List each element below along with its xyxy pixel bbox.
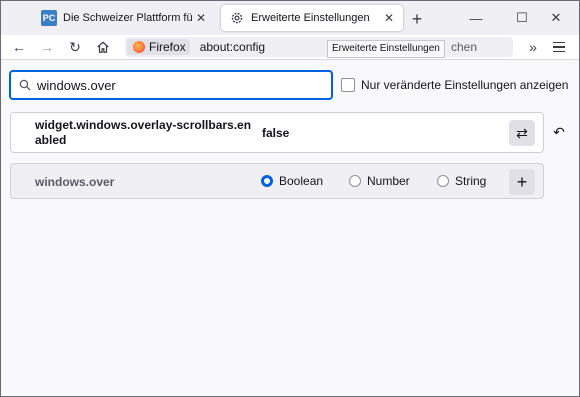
tab-label: Erweiterte Einstellungen bbox=[251, 12, 370, 24]
toggle-button[interactable]: ⇄ bbox=[509, 120, 535, 146]
pref-name: widget.windows.overlay-scrollbars.enable… bbox=[35, 118, 252, 147]
search-icon bbox=[19, 79, 31, 91]
reset-button[interactable]: ↶ bbox=[546, 119, 572, 145]
type-radio-number[interactable]: Number bbox=[349, 174, 410, 188]
pc-favicon-icon: PC bbox=[41, 10, 57, 26]
tab-close-icon[interactable]: ✕ bbox=[193, 10, 209, 26]
home-button[interactable] bbox=[93, 37, 113, 57]
radio-selected-icon[interactable] bbox=[261, 175, 273, 187]
forward-button[interactable]: → bbox=[37, 37, 57, 57]
radio-icon[interactable] bbox=[349, 175, 361, 187]
search-input[interactable] bbox=[37, 76, 317, 94]
new-tab-button[interactable]: + bbox=[407, 9, 427, 29]
radio-label: Boolean bbox=[279, 174, 324, 188]
home-icon bbox=[97, 41, 109, 53]
tab-pctipp[interactable]: PC Die Schweizer Plattform für Computer … bbox=[33, 5, 215, 31]
overflow-chevron-icon[interactable]: » bbox=[523, 37, 543, 57]
checkbox-box[interactable] bbox=[341, 78, 355, 92]
radio-icon[interactable] bbox=[437, 175, 449, 187]
tab-advanced-settings[interactable]: Erweiterte Einstellungen ✕ bbox=[221, 5, 403, 31]
back-button[interactable]: ← bbox=[9, 37, 29, 57]
nav-bar: ← → ↻ Firefox about:config chen » bbox=[1, 35, 579, 59]
tab-label: Die Schweizer Plattform für Computer bbox=[63, 12, 193, 24]
type-radio-boolean[interactable]: Boolean bbox=[261, 174, 323, 188]
url-bar[interactable]: Firefox about:config chen bbox=[125, 37, 513, 57]
radio-label: String bbox=[455, 174, 487, 188]
firefox-logo-icon bbox=[133, 41, 145, 53]
tab-tooltip: Erweiterte Einstellungen bbox=[327, 40, 445, 58]
add-pref-button[interactable]: + bbox=[509, 169, 535, 195]
gear-icon bbox=[229, 10, 245, 26]
type-radio-string[interactable]: String bbox=[437, 174, 486, 188]
new-pref-row: windows.over Boolean Number String + bbox=[10, 163, 544, 199]
identity-box[interactable]: Firefox bbox=[127, 39, 190, 55]
modified-only-label: Nur veränderte Einstellungen anzeigen bbox=[361, 78, 569, 92]
address-text[interactable]: about:config bbox=[200, 40, 265, 54]
search-hint: chen bbox=[451, 40, 478, 54]
minimize-button[interactable]: — bbox=[453, 1, 499, 35]
identity-label: Firefox bbox=[149, 40, 186, 54]
tab-bar: PC Die Schweizer Plattform für Computer … bbox=[1, 1, 579, 35]
browser-window: PC Die Schweizer Plattform für Computer … bbox=[0, 0, 580, 397]
pref-row: widget.windows.overlay-scrollbars.enable… bbox=[10, 112, 544, 153]
tab-close-icon[interactable]: ✕ bbox=[381, 10, 397, 26]
close-window-button[interactable]: ✕ bbox=[533, 1, 579, 35]
preference-search-box[interactable] bbox=[9, 70, 333, 100]
new-pref-name: windows.over bbox=[35, 175, 115, 189]
radio-label: Number bbox=[367, 174, 410, 188]
hamburger-menu-icon[interactable] bbox=[549, 37, 569, 57]
modified-only-checkbox[interactable]: Nur veränderte Einstellungen anzeigen bbox=[341, 78, 568, 92]
pref-value: false bbox=[262, 126, 290, 140]
toolbar-divider bbox=[1, 59, 579, 60]
reload-button[interactable]: ↻ bbox=[65, 37, 85, 57]
